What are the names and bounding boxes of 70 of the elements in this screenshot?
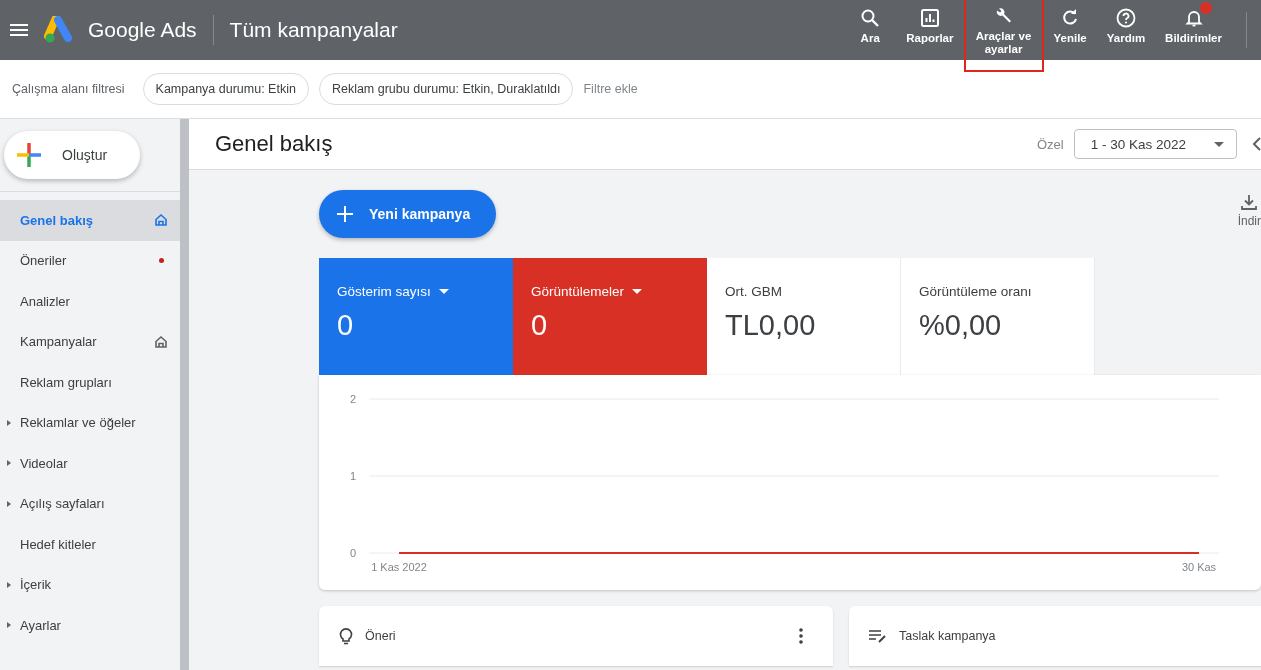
metric-label: Gösterim sayısı (337, 284, 513, 299)
chevron-left-icon[interactable] (1253, 137, 1261, 151)
create-button[interactable]: Oluştur (4, 131, 140, 179)
caret-icon (7, 581, 11, 588)
metric-card[interactable]: Ort. GBM TL0,00 (707, 258, 901, 375)
axis-tick-label: 1 (349, 470, 357, 482)
help-icon (1115, 8, 1136, 28)
toolbar-button[interactable]: Yenile (1043, 0, 1097, 54)
sidebar-item[interactable]: Açılış sayfaları (0, 483, 180, 524)
sidebar-item[interactable]: Videolar (0, 443, 180, 484)
home-icon (154, 213, 168, 228)
scrollbar[interactable] (180, 119, 189, 670)
caret-icon (438, 289, 449, 294)
alert-badge-icon (1199, 2, 1212, 14)
metric-card[interactable]: Gösterim sayısı 0 (319, 258, 513, 375)
caret-icon (7, 500, 11, 507)
edit-list-icon (869, 629, 887, 643)
new-campaign-button[interactable]: Yeni kampanya (319, 190, 497, 238)
plus-icon (337, 206, 353, 222)
sidebar-item[interactable]: Öneriler (0, 240, 180, 281)
metric-card[interactable]: Görüntüleme oranı %0,00 (901, 258, 1095, 375)
lightbulb-icon (339, 627, 353, 645)
metric-value: TL0,00 (725, 309, 817, 342)
metric-label: Görüntüleme oranı (919, 284, 1033, 299)
bar-chart-icon (919, 8, 940, 28)
product-name: Google Ads (88, 18, 197, 42)
axis-tick-label: 2 (349, 393, 357, 405)
card-title: Öneri (365, 629, 397, 643)
add-filter-link[interactable]: Filtre ekle (583, 82, 638, 96)
home-icon (154, 334, 168, 349)
bell-icon (1183, 8, 1204, 28)
toolbar-button[interactable]: Araçlar ve ayarlar (963, 0, 1044, 72)
date-range-dropdown[interactable]: 1 - 30 Kas 2022 (1073, 129, 1237, 159)
card-title: Taslak kampanya (899, 629, 997, 643)
metric-label: Ort. GBM (725, 284, 783, 299)
sidebar-item[interactable]: Kampanyalar (0, 321, 180, 362)
sidebar-item[interactable]: Analizler (0, 281, 180, 322)
caret-icon (7, 622, 11, 629)
toolbar-button[interactable]: Yardım (1096, 0, 1156, 54)
menu-icon[interactable] (10, 24, 28, 36)
toolbar-button[interactable]: Bildirimler (1155, 0, 1232, 54)
caret-icon (7, 419, 11, 426)
caret-icon (7, 460, 11, 467)
metric-card[interactable]: Görüntülemeler 0 (513, 258, 707, 375)
filter-label: Çalışma alanı filtresi (12, 82, 125, 96)
notification-dot-icon (159, 258, 164, 264)
sidebar-item[interactable]: Hedef kitleler (0, 524, 180, 565)
page-heading: Genel bakış (215, 131, 334, 157)
metric-label: Görüntülemeler (531, 284, 707, 299)
axis-tick-label: 30 Kas (1181, 561, 1217, 573)
sidebar-item[interactable]: Reklam grupları (0, 362, 180, 403)
sidebar-item[interactable]: İçerik (0, 564, 180, 605)
sidebar-item[interactable]: Ayarlar (0, 605, 180, 646)
metric-value: %0,00 (919, 309, 1003, 342)
download-button[interactable]: İndir (1237, 194, 1261, 228)
caret-icon (1214, 141, 1224, 147)
toolbar-button[interactable]: Raporlar (896, 0, 964, 54)
toolbar-button[interactable]: Ara (844, 0, 897, 54)
page-title: Tüm kampanyalar (229, 18, 398, 42)
range-type-label: Özel (1036, 136, 1064, 152)
axis-tick-label: 0 (349, 547, 357, 559)
axis-tick-label: 1 Kas 2022 (371, 561, 427, 573)
metric-value: 0 (531, 309, 549, 342)
metric-value: 0 (337, 309, 355, 342)
plus-icon (16, 142, 42, 168)
search-icon (860, 8, 881, 28)
caret-icon (632, 289, 643, 294)
download-icon (1241, 194, 1258, 210)
sidebar-item[interactable]: Reklamlar ve öğeler (0, 402, 180, 443)
more-options-icon[interactable] (799, 628, 803, 644)
